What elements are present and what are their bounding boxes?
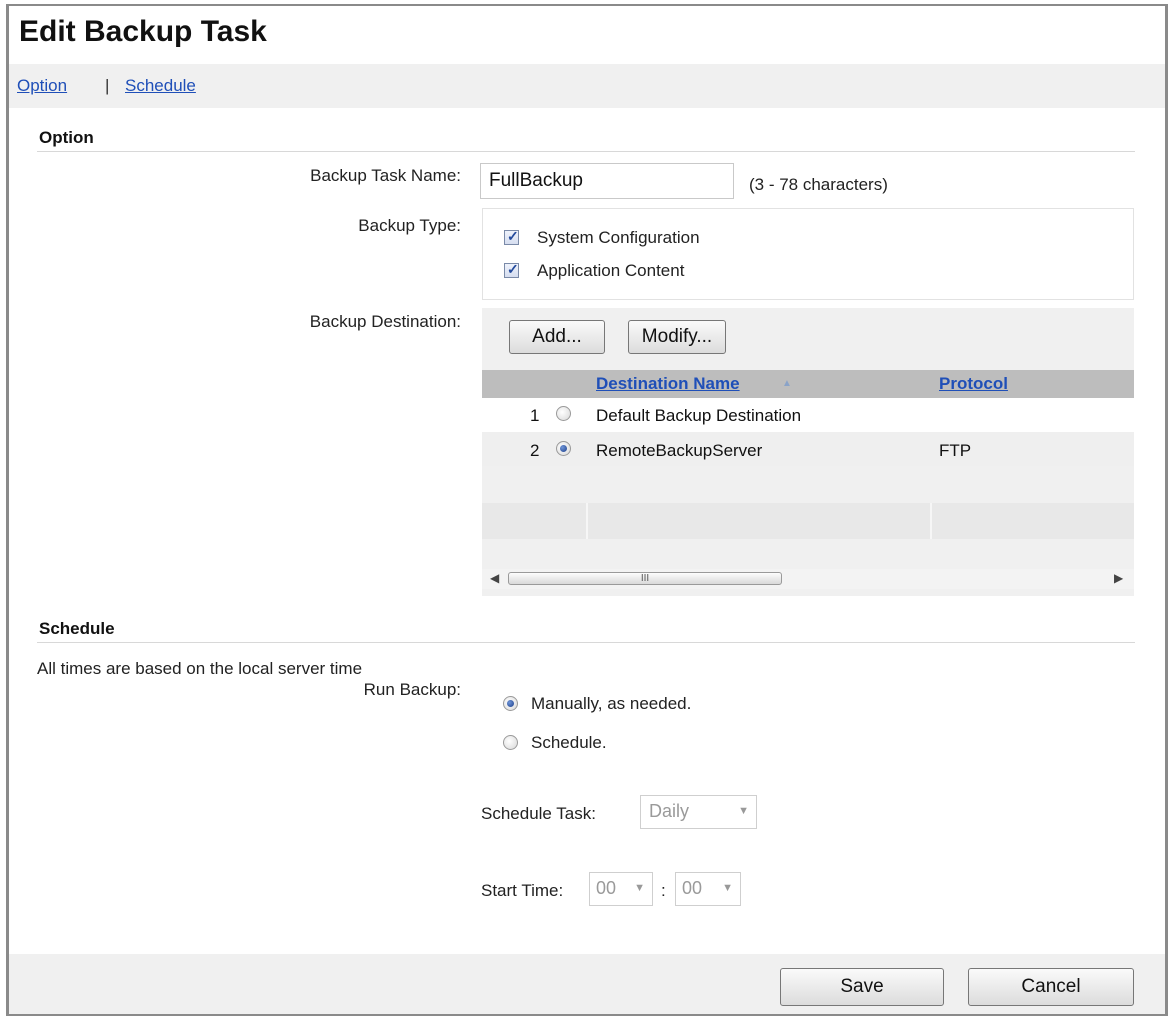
system-configuration-checkbox[interactable]: ✓ — [504, 228, 519, 245]
schedule-task-label: Schedule Task: — [481, 804, 596, 823]
table-row[interactable]: 1 Default Backup Destination — [482, 398, 1134, 432]
task-name-input[interactable] — [480, 163, 734, 199]
nav-separator: | — [105, 76, 110, 95]
nav-option-link[interactable]: Option — [17, 76, 67, 96]
task-name-label: Backup Task Name: — [310, 166, 461, 185]
scrollbar-thumb[interactable]: III — [508, 572, 782, 585]
time-separator: : — [661, 881, 666, 900]
start-time-label: Start Time: — [481, 881, 564, 900]
column-divider — [930, 503, 932, 539]
option-heading: Option — [39, 128, 94, 147]
dialog-footer: Save Cancel — [9, 954, 1165, 1014]
run-manually-label: Manually, as needed. — [531, 694, 692, 713]
schedule-heading: Schedule — [39, 619, 115, 638]
horizontal-scrollbar[interactable]: ◀ III ▶ — [482, 569, 1134, 589]
row-select-radio[interactable] — [556, 441, 571, 456]
destination-name-cell: RemoteBackupServer — [596, 441, 763, 460]
run-scheduled-label: Schedule. — [531, 733, 607, 752]
destination-name-cell: Default Backup Destination — [596, 406, 802, 425]
add-destination-button[interactable]: Add... — [509, 320, 605, 354]
run-scheduled-radio[interactable] — [503, 735, 518, 750]
chevron-down-icon: ▼ — [722, 882, 733, 894]
checkmark-icon: ✓ — [507, 228, 519, 244]
column-protocol[interactable]: Protocol — [939, 374, 1008, 394]
section-nav: Option | Schedule — [9, 64, 1165, 108]
task-name-hint: (3 - 78 characters) — [749, 175, 888, 194]
schedule-task-value: Daily — [649, 801, 690, 821]
nav-schedule-link[interactable]: Schedule — [125, 76, 196, 96]
row-select-radio[interactable] — [556, 406, 571, 421]
table-row[interactable]: 2 RemoteBackupServer FTP — [482, 432, 1134, 466]
modify-destination-button[interactable]: Modify... — [628, 320, 726, 354]
backup-destination-label: Backup Destination: — [309, 312, 461, 331]
backup-type-label: Backup Type: — [358, 216, 461, 235]
cancel-button[interactable]: Cancel — [968, 968, 1134, 1006]
start-minute-value: 00 — [682, 878, 703, 898]
chevron-down-icon: ▼ — [738, 805, 749, 817]
application-content-label: Application Content — [537, 261, 685, 280]
system-configuration-label: System Configuration — [537, 228, 700, 247]
start-hour-select[interactable]: 00 ▼ — [589, 872, 653, 906]
local-time-note: All times are based on the local server … — [37, 659, 363, 678]
row-index: 2 — [530, 441, 540, 460]
schedule-task-select[interactable]: Daily ▼ — [640, 795, 757, 829]
option-divider — [37, 151, 1135, 152]
destination-table-header: Destination Name ▲ Protocol — [482, 370, 1134, 398]
checkmark-icon: ✓ — [507, 261, 519, 277]
page-title: Edit Backup Task — [19, 15, 267, 48]
row-index: 1 — [530, 406, 540, 425]
column-divider — [586, 503, 588, 539]
run-backup-label: Run Backup: — [363, 680, 461, 699]
sort-ascending-icon: ▲ — [782, 378, 792, 389]
start-hour-value: 00 — [596, 878, 617, 898]
protocol-cell: FTP — [939, 441, 972, 460]
save-button[interactable]: Save — [780, 968, 944, 1006]
backup-type-box — [482, 208, 1134, 300]
application-content-checkbox[interactable]: ✓ — [504, 261, 519, 278]
schedule-divider — [37, 642, 1135, 643]
dialog-frame: Edit Backup Task Option | Schedule Optio… — [6, 4, 1168, 1016]
scroll-right-icon[interactable]: ▶ — [1114, 571, 1123, 585]
run-manually-radio[interactable] — [503, 696, 518, 711]
start-minute-select[interactable]: 00 ▼ — [675, 872, 741, 906]
column-destination-name[interactable]: Destination Name — [596, 374, 740, 394]
chevron-down-icon: ▼ — [634, 882, 645, 894]
scroll-left-icon[interactable]: ◀ — [490, 571, 499, 585]
empty-table-row — [482, 503, 1134, 539]
